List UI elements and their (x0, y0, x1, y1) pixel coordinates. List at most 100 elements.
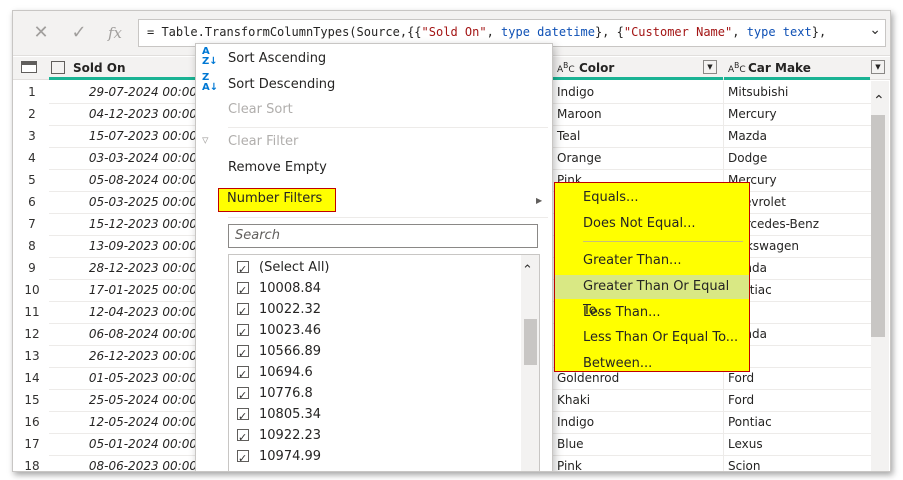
confirm-icon[interactable]: ✓ (67, 21, 91, 45)
row-number[interactable]: 4 (15, 147, 49, 169)
checkbox-checked-icon[interactable] (237, 322, 249, 343)
row-number[interactable]: 11 (15, 301, 49, 323)
row-number[interactable]: 8 (15, 235, 49, 257)
number-filter-option[interactable]: Between... (555, 352, 749, 376)
sold-on-cell[interactable]: 29-07-2024 00:00 (49, 81, 199, 104)
fx-icon[interactable]: fx (103, 21, 127, 45)
sold-on-cell[interactable]: 03-03-2024 00:00 (49, 147, 199, 170)
sold-on-cell[interactable]: 01-05-2023 00:00 (49, 367, 199, 390)
row-number[interactable]: 9 (15, 257, 49, 279)
list-scrollbar-thumb[interactable] (524, 319, 537, 365)
number-filter-option-label: Less Than Or Equal To... (583, 330, 739, 345)
remove-empty-item[interactable]: Remove Empty (196, 156, 552, 180)
car-make-cell[interactable]: Pontiac (724, 411, 874, 434)
car-make-cell[interactable]: Ford (724, 389, 874, 412)
car-make-cell[interactable]: Scion (724, 455, 874, 471)
row-number[interactable]: 15 (15, 389, 49, 411)
color-cell[interactable]: Khaki (553, 389, 724, 412)
checkbox-checked-icon[interactable] (237, 259, 249, 280)
row-number[interactable]: 10 (15, 279, 49, 301)
sold-on-cell[interactable]: 04-12-2023 00:00 (49, 103, 199, 126)
text-type-icon[interactable]: ABC (557, 61, 575, 75)
color-cell[interactable]: Indigo (553, 411, 724, 434)
text-type-icon[interactable]: ABC (728, 61, 746, 75)
sold-on-cell[interactable]: 28-12-2023 00:00 (49, 257, 199, 280)
sold-on-cell[interactable]: 05-03-2025 00:00 (49, 191, 199, 214)
number-filters-item[interactable]: Number Filters (218, 188, 336, 212)
color-cell[interactable]: Teal (553, 125, 724, 148)
row-number[interactable]: 5 (15, 169, 49, 191)
filter-value-label: 10008.84 (259, 281, 322, 296)
row-number[interactable]: 1 (15, 81, 49, 103)
number-filter-option-label: Between... (583, 356, 653, 371)
clear-sort-item[interactable]: Clear Sort (196, 98, 552, 122)
checkbox-checked-icon[interactable] (238, 469, 247, 471)
color-cell[interactable]: Indigo (553, 81, 724, 104)
datetime-type-icon[interactable] (51, 61, 65, 74)
checkbox-checked-icon[interactable] (237, 343, 249, 364)
car-make-cell[interactable]: Mercury (724, 103, 874, 126)
sold-on-cell[interactable]: 05-01-2024 00:00 (49, 433, 199, 456)
sold-on-cell[interactable]: 06-08-2024 00:00 (49, 323, 199, 346)
row-number[interactable]: 12 (15, 323, 49, 345)
scroll-up-icon[interactable]: ⌃ (873, 93, 885, 109)
checkbox-checked-icon[interactable] (237, 301, 249, 322)
checkbox-checked-icon[interactable] (237, 406, 249, 427)
row-number[interactable]: 3 (15, 125, 49, 147)
column-header-car-make[interactable]: Car Make (748, 61, 811, 75)
number-filter-option[interactable]: Does Not Equal... (555, 212, 749, 236)
row-number[interactable]: 13 (15, 345, 49, 367)
color-cell[interactable]: Pink (553, 455, 724, 471)
column-header-color[interactable]: Color (579, 61, 614, 75)
car-make-filter-dropdown-icon[interactable]: ▼ (871, 60, 885, 74)
row-number[interactable]: 14 (15, 367, 49, 389)
sold-on-cell[interactable]: 15-07-2023 00:00 (49, 125, 199, 148)
color-filter-dropdown-icon[interactable]: ▼ (703, 60, 717, 74)
checkbox-checked-icon[interactable] (237, 385, 249, 406)
expand-formula-chevron-icon[interactable]: ⌄ (869, 22, 881, 38)
checkbox-checked-icon[interactable] (237, 364, 249, 385)
car-make-cell[interactable]: Mazda (724, 125, 874, 148)
checkbox-checked-icon[interactable] (237, 448, 249, 469)
column-header-sold-on[interactable]: Sold On (73, 61, 126, 75)
car-make-cell[interactable]: Mitsubishi (724, 81, 874, 104)
sold-on-cell[interactable]: 15-12-2023 00:00 (49, 213, 199, 236)
sort-ascending-item[interactable]: A Z↓ Sort Ascending (196, 47, 552, 71)
row-number[interactable]: 18 (15, 455, 49, 471)
cancel-icon[interactable]: ✕ (29, 21, 53, 45)
sold-on-cell[interactable]: 17-01-2025 00:00 (49, 279, 199, 302)
color-cell[interactable]: Blue (553, 433, 724, 456)
number-filter-option[interactable]: Less Than... (555, 301, 749, 325)
table-menu-icon[interactable] (21, 61, 37, 73)
sold-on-cell[interactable]: 08-06-2023 00:00 (49, 455, 199, 471)
row-number[interactable]: 16 (15, 411, 49, 433)
formula-text: = Table.TransformColumnTypes(Source,{{"S… (147, 25, 827, 39)
number-filter-option[interactable]: Less Than Or Equal To... (555, 326, 749, 350)
car-make-cell[interactable]: Dodge (724, 147, 874, 170)
checkbox-checked-icon[interactable] (237, 427, 249, 448)
number-filter-option[interactable]: Greater Than... (555, 249, 749, 273)
checkbox-checked-icon[interactable] (237, 280, 249, 301)
row-number[interactable]: 7 (15, 213, 49, 235)
number-filter-option[interactable]: Equals... (555, 186, 749, 210)
column-quality-bar (49, 77, 197, 80)
color-cell[interactable]: Maroon (553, 103, 724, 126)
submenu-arrow-icon: ▶ (536, 196, 543, 205)
row-number[interactable]: 2 (15, 103, 49, 125)
color-cell[interactable]: Orange (553, 147, 724, 170)
row-number[interactable]: 6 (15, 191, 49, 213)
sold-on-cell[interactable]: 12-05-2024 00:00 (49, 411, 199, 434)
car-make-cell[interactable]: Lexus (724, 433, 874, 456)
search-input[interactable]: Search (228, 224, 538, 248)
sold-on-cell[interactable]: 12-04-2023 00:00 (49, 301, 199, 324)
clear-filter-item[interactable]: ▿ Clear Filter (196, 130, 552, 154)
sold-on-cell[interactable]: 26-12-2023 00:00 (49, 345, 199, 368)
sold-on-cell[interactable]: 25-05-2024 00:00 (49, 389, 199, 412)
sold-on-cell[interactable]: 13-09-2023 00:00 (49, 235, 199, 258)
row-number[interactable]: 17 (15, 433, 49, 455)
list-scroll-up-icon[interactable]: ⌃ (522, 263, 533, 278)
sort-descending-item[interactable]: Z A↓ Sort Descending (196, 73, 552, 97)
scrollbar-thumb[interactable] (871, 115, 885, 337)
number-filter-option[interactable]: Greater Than Or Equal To... (555, 275, 749, 318)
sold-on-cell[interactable]: 05-08-2024 00:00 (49, 169, 199, 192)
